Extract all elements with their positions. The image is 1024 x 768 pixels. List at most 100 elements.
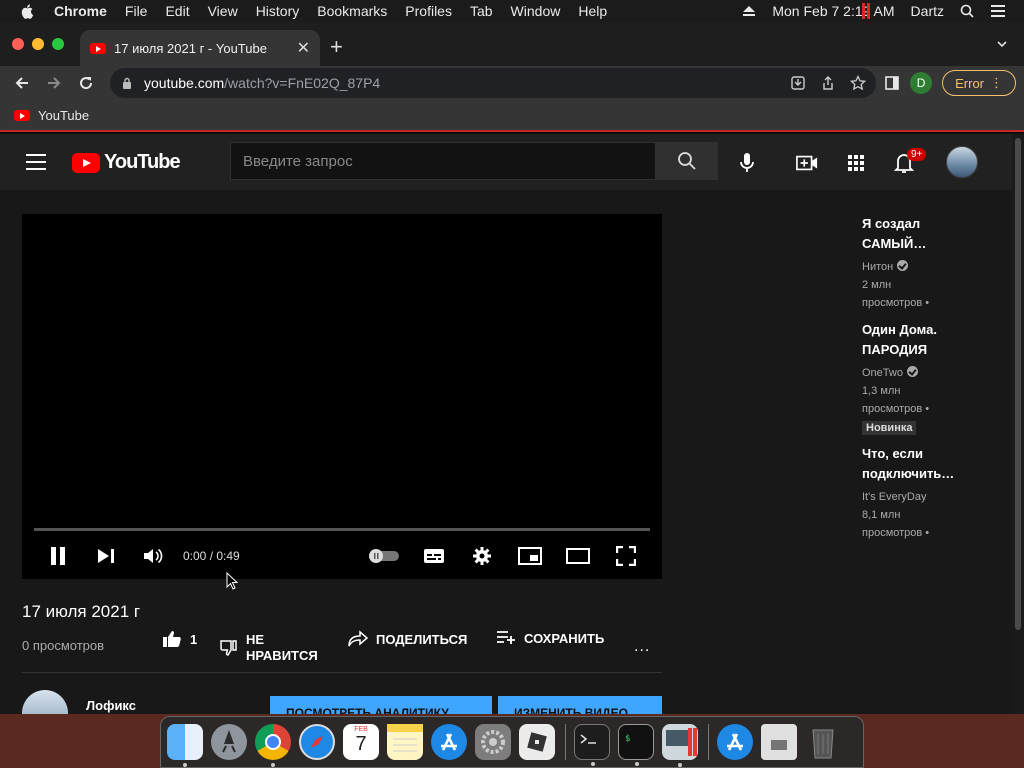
iterm-icon[interactable]: $	[618, 724, 654, 766]
dock-separator	[708, 724, 709, 760]
menu-app-name[interactable]: Chrome	[54, 3, 107, 19]
minimize-window-button[interactable]	[32, 38, 44, 50]
calendar-icon[interactable]: FEB 7	[343, 724, 379, 760]
channel-avatar[interactable]	[22, 690, 68, 714]
like-button[interactable]: 1	[162, 630, 197, 648]
search-input[interactable]: Введите запрос	[230, 142, 656, 180]
lock-icon[interactable]	[122, 77, 132, 89]
channel-name[interactable]: Лофикс	[86, 698, 136, 713]
menubar-clock[interactable]: Mon Feb 7 2:19 AM	[772, 3, 894, 19]
new-tab-button[interactable]: +	[330, 36, 343, 58]
share-icon[interactable]	[820, 75, 836, 91]
fullscreen-button[interactable]	[614, 544, 638, 568]
time-display: 0:00 / 0:49	[183, 549, 240, 563]
reload-icon	[80, 77, 93, 90]
menu-view[interactable]: View	[208, 3, 238, 19]
terminal-icon[interactable]	[574, 724, 610, 766]
save-button[interactable]: СОХРАНИТЬ	[496, 630, 604, 646]
progress-bar[interactable]	[34, 528, 650, 531]
launchpad-icon[interactable]	[211, 724, 247, 760]
bookmark-youtube[interactable]: YouTube	[38, 108, 89, 123]
chrome-icon[interactable]	[255, 724, 291, 767]
calendar-month: FEB	[354, 726, 368, 733]
volume-button[interactable]	[141, 544, 165, 568]
side-panel-icon[interactable]	[884, 75, 900, 91]
error-label: Error	[955, 75, 984, 91]
eject-icon[interactable]	[742, 5, 756, 17]
apple-icon[interactable]	[20, 3, 36, 19]
file-icon[interactable]	[761, 724, 797, 760]
share-button[interactable]: ПОДЕЛИТЬСЯ	[348, 630, 467, 648]
bookmark-star-icon[interactable]	[850, 75, 866, 91]
tab-search-chevron-icon[interactable]	[996, 38, 1008, 50]
video-player[interactable]: 0:00 / 0:49	[22, 214, 662, 579]
reload-button[interactable]	[76, 73, 96, 93]
menu-window[interactable]: Window	[511, 3, 561, 19]
page-scrollbar[interactable]	[1012, 134, 1024, 714]
notes-icon[interactable]	[387, 724, 423, 760]
zoom-window-button[interactable]	[52, 38, 64, 50]
spotlight-search-icon[interactable]	[960, 4, 974, 18]
address-bar[interactable]: youtube.com/watch?v=FnE02Q_87P4	[110, 68, 876, 98]
browser-tab-strip: 17 июля 2021 г - YouTube ✕ +	[0, 22, 1024, 66]
view-analytics-button[interactable]: ПОСМОТРЕТЬ АНАЛИТИКУ	[270, 696, 492, 714]
next-button[interactable]	[94, 544, 118, 568]
control-center-icon[interactable]	[990, 4, 1006, 18]
video-title: 17 июля 2021 г	[22, 602, 141, 621]
menu-profiles[interactable]: Profiles	[405, 3, 452, 19]
profile-avatar[interactable]: D	[910, 72, 933, 94]
search-button[interactable]	[656, 142, 718, 180]
miniplayer-button[interactable]	[518, 544, 542, 568]
menu-help[interactable]: Help	[578, 3, 607, 19]
back-button[interactable]	[12, 73, 32, 93]
dislike-button[interactable]: НЕ НРАВИТСЯ	[220, 632, 318, 664]
screen-recording-icon[interactable]	[862, 3, 872, 19]
screen-recorder-icon[interactable]	[662, 724, 698, 767]
youtube-header: YouTube Введите запрос 9+	[0, 134, 1012, 190]
theater-mode-button[interactable]	[566, 544, 590, 568]
mouse-pointer-icon	[226, 572, 238, 590]
recommendation-item[interactable]: Я создал САМЫЙ… Нитон 2 млн просмотров •	[862, 214, 982, 312]
more-actions-button[interactable]: ...	[634, 638, 650, 656]
divider	[22, 672, 662, 673]
recommendation-views-label: просмотров •	[862, 297, 930, 309]
menu-tab[interactable]: Tab	[470, 3, 493, 19]
close-window-button[interactable]	[12, 38, 24, 50]
roblox-icon[interactable]	[519, 724, 555, 760]
browser-tab-active[interactable]: 17 июля 2021 г - YouTube ✕	[80, 30, 320, 66]
menubar-user[interactable]: Dartz	[911, 3, 944, 19]
trash-icon[interactable]	[805, 724, 841, 760]
video-camera-plus-icon	[796, 155, 818, 171]
install-app-icon[interactable]	[790, 75, 806, 91]
finder-icon[interactable]	[167, 724, 203, 767]
menu-hamburger-icon[interactable]	[26, 154, 46, 170]
edit-video-button[interactable]: ИЗМЕНИТЬ ВИДЕО	[498, 696, 662, 714]
recommendation-title: Что, если	[862, 446, 924, 461]
recommendation-item[interactable]: Что, если подключить… It's EveryDay 8,1 …	[862, 444, 982, 542]
account-avatar[interactable]	[946, 146, 978, 178]
youtube-logo[interactable]: YouTube	[72, 151, 181, 174]
pause-button[interactable]	[46, 544, 70, 568]
recommendation-item[interactable]: Один Дома. ПАРОДИЯ OneTwo 1,3 млн просмо…	[862, 320, 982, 436]
app-store-downloads-icon[interactable]	[717, 724, 753, 760]
safari-icon[interactable]	[299, 724, 335, 760]
autoplay-toggle[interactable]	[368, 544, 400, 568]
system-preferences-icon[interactable]	[475, 724, 511, 760]
forward-button[interactable]	[44, 73, 64, 93]
voice-search-button[interactable]	[736, 152, 758, 174]
menu-bookmarks[interactable]: Bookmarks	[317, 3, 387, 19]
menu-file[interactable]: File	[125, 3, 148, 19]
subtitles-button[interactable]	[422, 544, 446, 568]
scrollbar-thumb[interactable]	[1015, 138, 1021, 630]
app-store-icon[interactable]	[431, 724, 467, 760]
apps-grid-button[interactable]	[845, 152, 867, 174]
settings-button[interactable]	[470, 544, 494, 568]
arrow-right-icon	[48, 77, 61, 89]
microphone-icon	[740, 153, 754, 172]
menu-edit[interactable]: Edit	[165, 3, 189, 19]
close-tab-icon[interactable]: ✕	[297, 38, 310, 58]
macos-dock: FEB 7 $	[160, 716, 864, 768]
menu-history[interactable]: History	[256, 3, 300, 19]
error-button[interactable]: Error ⋮	[942, 70, 1016, 96]
create-video-button[interactable]	[796, 152, 818, 174]
